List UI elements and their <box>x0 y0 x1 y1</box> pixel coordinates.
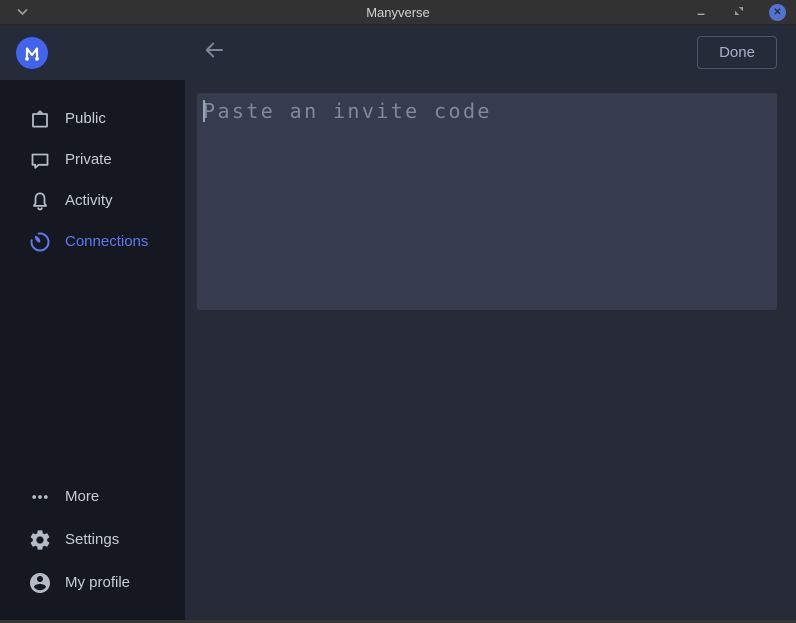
maximize-icon <box>733 4 745 22</box>
sidebar-item-label: More <box>65 488 99 505</box>
sidebar-item-my-profile[interactable]: My profile <box>0 561 185 604</box>
sidebar-top-group: Public Private <box>0 98 185 262</box>
public-board-icon <box>28 107 52 131</box>
sidebar-item-label: Public <box>65 110 106 127</box>
logo-m-icon <box>20 41 44 65</box>
manyverse-logo <box>16 37 48 69</box>
main-content <box>185 80 796 620</box>
invite-code-textarea[interactable] <box>197 93 777 310</box>
invite-input-wrap <box>197 93 777 315</box>
sidebar-item-public[interactable]: Public <box>0 98 185 139</box>
manyverse-window: Manyverse – ✕ <box>0 0 796 623</box>
person-circle-icon <box>28 571 52 595</box>
speech-bubble-icon <box>28 148 52 172</box>
chevron-down-icon <box>17 3 28 21</box>
sidebar-item-label: Settings <box>65 531 119 548</box>
window-title: Manyverse <box>0 5 796 20</box>
sidebar-item-label: Connections <box>65 233 148 250</box>
ellipsis-icon <box>28 485 52 509</box>
window-shade-button[interactable] <box>17 3 28 21</box>
sidebar-item-more[interactable]: More <box>0 475 185 518</box>
back-button[interactable] <box>200 39 228 67</box>
titlebar: Manyverse – ✕ <box>0 0 796 25</box>
body: Public Private <box>0 80 796 620</box>
minimize-button[interactable]: – <box>693 5 709 21</box>
sidebar: Public Private <box>0 80 185 620</box>
sidebar-item-label: My profile <box>65 574 130 591</box>
gear-icon <box>28 528 52 552</box>
close-button[interactable]: ✕ <box>769 4 786 21</box>
sidebar-item-activity[interactable]: Activity <box>0 180 185 221</box>
app-header: Done <box>0 25 796 80</box>
connections-dial-icon <box>28 230 52 254</box>
done-button[interactable]: Done <box>697 36 777 69</box>
bell-icon <box>28 189 52 213</box>
sidebar-bottom-group: More Settings My <box>0 475 185 604</box>
sidebar-item-connections[interactable]: Connections <box>0 221 185 262</box>
sidebar-item-label: Private <box>65 151 112 168</box>
minimize-icon: – <box>697 8 705 18</box>
window-controls: – ✕ <box>693 0 786 25</box>
close-icon: ✕ <box>773 8 781 18</box>
sidebar-item-private[interactable]: Private <box>0 139 185 180</box>
arrow-left-icon <box>202 38 226 67</box>
sidebar-item-label: Activity <box>65 192 113 209</box>
sidebar-item-settings[interactable]: Settings <box>0 518 185 561</box>
maximize-button[interactable] <box>731 5 747 21</box>
